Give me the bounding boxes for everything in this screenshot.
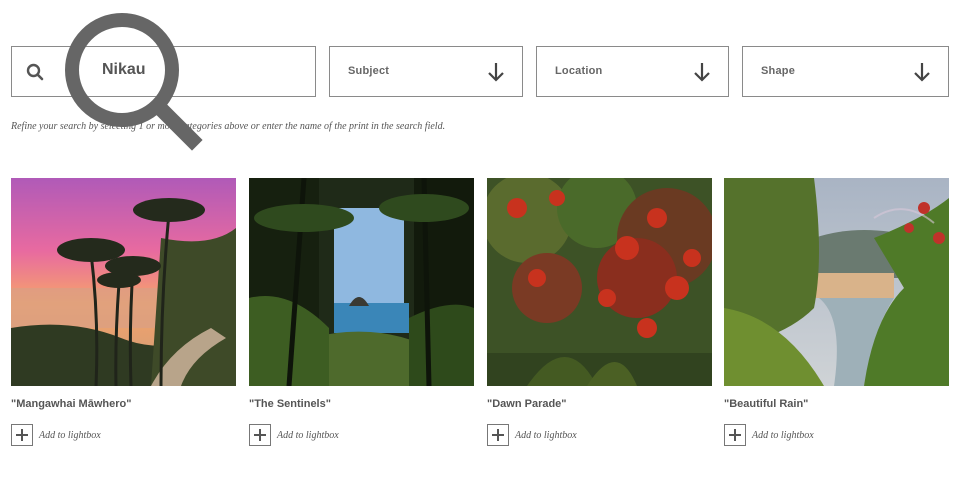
print-card[interactable]: "The Sentinels" Add to lightbox <box>249 178 474 446</box>
add-to-lightbox-button[interactable]: Add to lightbox <box>724 424 814 446</box>
plus-icon[interactable] <box>724 424 746 446</box>
add-to-lightbox-button[interactable]: Add to lightbox <box>249 424 339 446</box>
shape-select[interactable]: Shape <box>742 46 949 97</box>
print-title[interactable]: "Dawn Parade" <box>487 398 567 410</box>
plus-icon[interactable] <box>249 424 271 446</box>
print-photo-mangawhai[interactable] <box>11 178 236 386</box>
location-select-label: Location <box>555 65 603 77</box>
search-icon <box>26 63 44 81</box>
arrow-down-icon <box>694 63 710 82</box>
subject-select[interactable]: Subject <box>329 46 523 97</box>
subject-select-label: Subject <box>348 65 390 77</box>
print-photo-sentinels[interactable] <box>249 178 474 386</box>
print-title[interactable]: "Mangawhai Māwhero" <box>11 398 131 410</box>
add-to-lightbox-label[interactable]: Add to lightbox <box>515 430 577 441</box>
print-photo-dawn-parade[interactable] <box>487 178 712 386</box>
print-photo-beautiful-rain[interactable] <box>724 178 949 386</box>
shape-select-label: Shape <box>761 65 796 77</box>
add-to-lightbox-button[interactable]: Add to lightbox <box>487 424 577 446</box>
plus-icon[interactable] <box>487 424 509 446</box>
add-to-lightbox-label[interactable]: Add to lightbox <box>752 430 814 441</box>
arrow-down-icon <box>914 63 930 82</box>
add-to-lightbox-label[interactable]: Add to lightbox <box>277 430 339 441</box>
arrow-down-icon <box>488 63 504 82</box>
magnifier-icon <box>65 13 203 151</box>
print-card[interactable]: "Beautiful Rain" Add to lightbox <box>724 178 949 446</box>
print-title[interactable]: "Beautiful Rain" <box>724 398 808 410</box>
add-to-lightbox-button[interactable]: Add to lightbox <box>11 424 101 446</box>
add-to-lightbox-label[interactable]: Add to lightbox <box>39 430 101 441</box>
plus-icon[interactable] <box>11 424 33 446</box>
print-card[interactable]: "Dawn Parade" Add to lightbox <box>487 178 712 446</box>
print-card[interactable]: "Mangawhai Māwhero" Add to lightbox <box>11 178 236 446</box>
location-select[interactable]: Location <box>536 46 729 97</box>
print-title[interactable]: "The Sentinels" <box>249 398 331 410</box>
